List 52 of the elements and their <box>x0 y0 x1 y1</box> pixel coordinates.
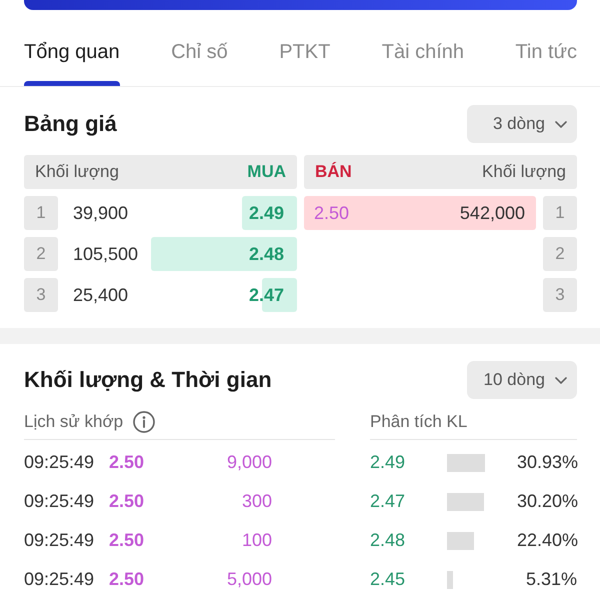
trade-time: 09:25:49 <box>24 530 96 551</box>
section-title: Khối lượng & Thời gian <box>24 367 272 393</box>
level-index: 2 <box>24 237 58 271</box>
level-index: 1 <box>543 196 577 230</box>
bid-price: 2.47 <box>248 284 284 306</box>
trade-volume: 300 <box>240 491 272 512</box>
column-label: MUA <box>247 162 286 182</box>
analysis-price: 2.45 <box>370 569 406 590</box>
rows-dropdown[interactable]: 3 dòng <box>467 105 577 143</box>
bid-volume: 25,400 <box>73 284 128 306</box>
chevron-down-icon <box>555 376 567 384</box>
chevron-down-icon <box>555 120 567 128</box>
trade-volume: 100 <box>240 530 272 551</box>
ask-price: 2.50 <box>314 202 350 224</box>
tab[interactable]: Chỉ số <box>171 10 228 86</box>
trade-volume: 9,000 <box>226 452 272 473</box>
ask-volume: 542,000 <box>460 202 525 224</box>
info-icon[interactable] <box>133 411 156 433</box>
subsection-heading: Lịch sử khớp <box>24 412 124 432</box>
level-index: 1 <box>24 196 58 230</box>
level-index: 2 <box>543 237 577 271</box>
bid-price: 2.48 <box>248 244 284 264</box>
rows-dropdown[interactable]: 10 dòng <box>467 361 577 399</box>
level-index: 3 <box>24 278 58 312</box>
analysis-price: 2.48 <box>370 530 406 551</box>
trade-price: 2.50 <box>109 452 146 473</box>
trade-price: 2.50 <box>109 530 146 551</box>
volume-share: 22.40% <box>517 530 578 551</box>
subsection-heading: Phân tích KL <box>370 412 468 432</box>
volume-share: 30.93% <box>517 452 578 473</box>
column-label: Khối lượng <box>35 162 119 182</box>
tab[interactable]: Tổng quan <box>24 10 120 86</box>
trade-price: 2.50 <box>109 491 146 512</box>
trade-time: 09:25:49 <box>24 452 96 473</box>
trade-volume: 5,000 <box>226 569 272 590</box>
trade-time: 09:25:49 <box>24 491 96 512</box>
column-label: Khối lượng <box>482 162 566 182</box>
level-index: 3 <box>543 278 577 312</box>
tab[interactable]: Tài chính <box>382 10 464 86</box>
analysis-price: 2.49 <box>370 452 406 473</box>
tab[interactable]: Tin tức <box>515 10 577 86</box>
volume-share: 30.20% <box>517 491 578 512</box>
bid-price: 2.49 <box>248 202 284 224</box>
trade-price: 2.50 <box>109 569 146 590</box>
bid-volume: 105,500 <box>73 244 138 264</box>
analysis-price: 2.47 <box>370 491 406 512</box>
bid-volume: 39,900 <box>73 202 128 224</box>
tab[interactable]: PTKT <box>279 10 330 86</box>
volume-share: 5.31% <box>524 569 577 590</box>
column-label: BÁN <box>315 162 352 182</box>
trade-time: 09:25:49 <box>24 569 96 590</box>
section-title: Bảng giá <box>24 111 117 137</box>
